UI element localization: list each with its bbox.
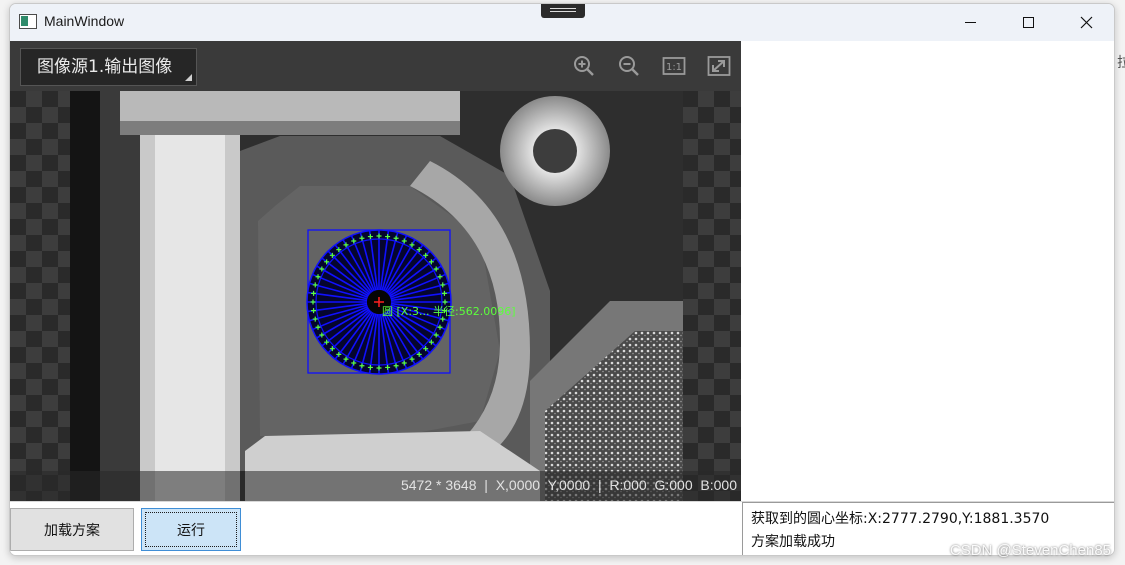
app-window-icon [19, 14, 37, 29]
run-button[interactable]: 运行 [141, 508, 241, 551]
viewer-status-bar: 5472 * 3648 | X,0000 Y,0000 | R:000 G:00… [10, 471, 741, 501]
image-source-label: 图像源1.输出图像 [37, 57, 173, 77]
zoom-out-icon[interactable] [617, 54, 641, 78]
minimize-icon [964, 22, 976, 23]
main-window: MainWindow 图像源1.输出图像 1:1 圆 [X:3... 半径:56… [9, 3, 1115, 556]
zoom-in-icon[interactable] [572, 54, 596, 78]
load-scheme-button[interactable]: 加载方案 [10, 508, 134, 551]
actual-size-label: 1:1 [666, 62, 682, 73]
transparency-checker-left [10, 91, 70, 501]
watermark: CSDN @StevenChen85 [949, 542, 1111, 559]
snap-grip-handle[interactable] [541, 4, 585, 18]
camera-image: 圆 [X:3... 半径:562.0096] [10, 91, 741, 501]
viewer-toolbar: 图像源1.输出图像 1:1 [10, 41, 741, 91]
dropdown-arrow-icon [185, 74, 192, 81]
desktop-background: 拉 MainWindow 图像源1.输出图像 1:1 圆 [X:3... 半径:… [0, 0, 1125, 565]
maximize-button[interactable] [1005, 4, 1051, 41]
image-canvas[interactable]: 圆 [X:3... 半径:562.0096] 5472 * 3648 | X,0… [10, 91, 741, 501]
close-button[interactable] [1063, 4, 1109, 41]
fit-to-window-icon[interactable] [707, 54, 731, 78]
title-bar[interactable]: MainWindow [10, 4, 1114, 41]
image-source-dropdown[interactable]: 图像源1.输出图像 [20, 48, 197, 86]
circle-result-label: 圆 [X:3... 半径:562.0096] [382, 304, 516, 318]
log-line: 获取到的圆心坐标:X:2777.2790,Y:1881.3570 [751, 511, 1050, 527]
pixel-info-text: 5472 * 3648 | X,0000 Y,0000 | R:000 G:00… [400, 477, 737, 493]
actual-size-icon[interactable]: 1:1 [662, 54, 686, 78]
background-window-glyph: 拉 [1117, 55, 1125, 71]
window-title: MainWindow [44, 13, 125, 29]
image-viewer[interactable]: 图像源1.输出图像 1:1 圆 [X:3... 半径:562.0096] 547… [10, 41, 741, 501]
right-panel [741, 41, 1114, 501]
minimize-button[interactable] [947, 4, 993, 41]
transparency-checker-right [683, 91, 741, 501]
close-icon [1080, 16, 1092, 29]
maximize-icon [1022, 17, 1034, 28]
